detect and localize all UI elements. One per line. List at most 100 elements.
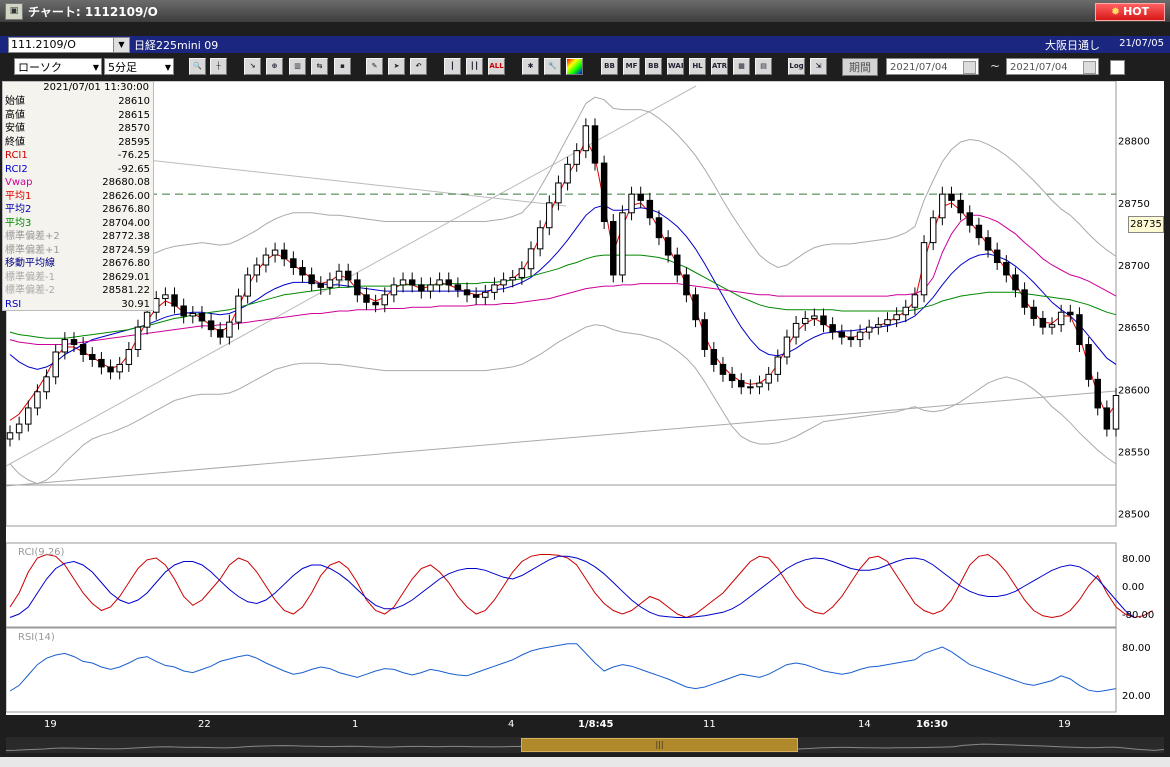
x-tick-label: 4 — [508, 719, 515, 730]
all-button[interactable]: ALL — [488, 58, 505, 75]
candle-multi-icon[interactable]: ┃┃ — [466, 58, 483, 75]
symbol-input[interactable]: 111.2109/O — [8, 37, 122, 53]
candle-body — [600, 162, 608, 223]
candle-body — [920, 242, 928, 296]
candle-body — [591, 125, 599, 164]
candle-body — [482, 291, 489, 298]
price-tick-label: 28650 — [1118, 323, 1150, 334]
candle-body — [15, 423, 23, 434]
candle-body — [582, 125, 590, 152]
scroll-thumb[interactable]: ||| — [521, 738, 798, 752]
info-value: 28772.38 — [102, 231, 150, 242]
zoom-fit-icon[interactable]: ⊕ — [266, 58, 283, 75]
hot-label: HOT — [1123, 5, 1150, 18]
export-icon[interactable]: ⇲ — [810, 58, 827, 75]
indicator-icon[interactable]: ▦ — [733, 58, 750, 75]
symbol-dropdown-icon[interactable]: ▼ — [113, 37, 130, 53]
info-key: RSI — [5, 298, 22, 310]
candle-body — [674, 254, 681, 276]
compare-icon[interactable]: ⇆ — [311, 58, 328, 75]
candle-body — [719, 363, 727, 375]
candle-body — [454, 284, 462, 291]
candle-body — [344, 270, 352, 281]
period-button[interactable]: 期間 — [842, 58, 878, 76]
undo-icon[interactable]: ↶ — [410, 58, 427, 75]
candle-icon[interactable]: ┃ — [444, 58, 461, 75]
candle-body — [820, 315, 827, 326]
candle-body — [957, 199, 964, 214]
candle-body — [207, 320, 215, 331]
candle-body — [637, 193, 644, 201]
option-checkbox[interactable] — [1110, 60, 1125, 75]
info-key: 標準偏差+2 — [5, 231, 60, 242]
info-timestamp: 2021/07/01 11:30:00 — [43, 82, 149, 93]
candle-body — [198, 312, 206, 322]
info-row: 標準偏差-2 28581.22 — [5, 284, 150, 297]
candle-body — [372, 301, 379, 306]
candle-body — [143, 311, 151, 328]
candle-body — [317, 283, 325, 288]
interval-select[interactable]: 5分足 ▼ — [104, 58, 174, 75]
price-tick-label: 28750 — [1118, 199, 1150, 210]
info-row: 標準偏差+1 28724.59 — [5, 244, 150, 257]
rsi-panel-label: RSI(14) — [18, 632, 55, 643]
candle-body — [1085, 344, 1092, 380]
rci-panel-label: RCI(9,26) — [18, 547, 65, 558]
bb-button-2[interactable]: BB — [645, 58, 662, 75]
data-window: 2021/07/01 11:30:00 始値 28610 高値 28615 安値 2857… — [2, 81, 154, 311]
cursor-icon[interactable]: ➤ — [388, 58, 405, 75]
candle-body — [737, 380, 745, 388]
candle-body — [70, 339, 78, 346]
candle-body — [134, 326, 142, 351]
info-value: 28570 — [118, 123, 150, 134]
candle-body — [326, 279, 334, 288]
chart-toolbar: ローソク ▼ 5分足 ▼ 🔍 ┼ ↘ ⊕ ▥ ⇆ ▪ ✎ ➤ ↶ ┃ ┃┃ ALL … — [0, 53, 1170, 81]
candle-body — [527, 248, 535, 270]
candle-body — [335, 270, 343, 281]
info-row: 終値 28595 — [5, 136, 150, 149]
info-value: 28615 — [118, 109, 150, 121]
price-tick-label: 28550 — [1118, 447, 1150, 458]
wae-button[interactable]: WAE — [667, 58, 684, 75]
zoom-icon[interactable]: 🔍 — [189, 58, 206, 75]
info-value: 28676.80 — [102, 258, 150, 269]
candle-body — [89, 353, 96, 360]
candle-body — [975, 224, 983, 239]
date-from-input[interactable]: 2021/07/04 — [886, 58, 979, 75]
candle-body — [847, 336, 855, 341]
atr-button[interactable]: ATR — [711, 58, 728, 75]
bar-indicator-icon[interactable]: ▥ — [289, 58, 306, 75]
rsi-tick-label: 20.00 — [1122, 691, 1151, 702]
chart-type-select[interactable]: ローソク ▼ — [14, 58, 102, 75]
candle-body — [546, 202, 553, 229]
pencil-icon[interactable]: ✎ — [366, 58, 383, 75]
info-value: 28626.00 — [102, 190, 150, 202]
candle-body — [801, 317, 809, 324]
candle-body — [171, 294, 178, 307]
info-key: RCI1 — [5, 150, 28, 161]
crosshair-icon[interactable]: ┼ — [210, 58, 227, 75]
hot-button[interactable]: ✹ HOT — [1095, 3, 1165, 21]
info-value: 28680.08 — [102, 177, 150, 188]
log-button[interactable]: Log — [788, 58, 805, 75]
indicator-2-icon[interactable]: ▤ — [755, 58, 772, 75]
candle-body — [1039, 317, 1047, 328]
info-key: 移動平均線 — [5, 258, 55, 269]
hl-button[interactable]: HL — [689, 58, 706, 75]
disabled-tool-icon[interactable]: ▪ — [334, 58, 351, 75]
settings-icon[interactable]: ✱ — [522, 58, 539, 75]
date-to-input[interactable]: 2021/07/04 — [1006, 58, 1099, 75]
bb-button-1[interactable]: BB — [601, 58, 618, 75]
time-scrollbar[interactable]: ||| — [6, 737, 1164, 753]
calendar-icon[interactable] — [1083, 61, 1096, 74]
chart-area[interactable]: 28800 28750 28700 28650 28600 28550 28500 80.00… — [6, 81, 1164, 715]
wrench-icon[interactable]: 🔧 — [544, 58, 561, 75]
draw-down-icon[interactable]: ↘ — [244, 58, 261, 75]
price-tick-label: 28600 — [1118, 385, 1150, 396]
market-name: 大阪日通し — [1045, 39, 1100, 52]
color-palette-icon[interactable] — [566, 58, 583, 75]
info-row: 標準偏差+2 28772.38 — [5, 230, 150, 243]
info-key: 平均2 — [5, 204, 32, 215]
mf-button[interactable]: MF — [623, 58, 640, 75]
calendar-icon[interactable] — [963, 61, 976, 74]
